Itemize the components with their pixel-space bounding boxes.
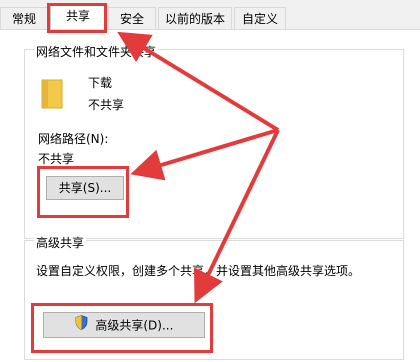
network-path-label: 网络路径(N): xyxy=(38,132,109,146)
advanced-sharing-button-label: 高级共享(D)... xyxy=(95,318,174,333)
tab-label: 自定义 xyxy=(241,12,278,26)
tab-customize[interactable]: 自定义 xyxy=(234,7,286,29)
share-button[interactable]: 共享(S)... xyxy=(46,176,124,200)
tab-previous-versions[interactable]: 以前的版本 xyxy=(158,7,232,29)
tab-general[interactable]: 常规 xyxy=(0,7,48,29)
share-status: 不共享 xyxy=(88,98,125,112)
advanced-sharing-description: 设置自定义权限，创建多个共享，并设置其他高级共享选项。 xyxy=(36,264,361,278)
advanced-sharing-group xyxy=(24,240,404,360)
tab-label: 常规 xyxy=(11,12,36,26)
share-button-label: 共享(S)... xyxy=(58,181,112,195)
tab-security[interactable]: 安全 xyxy=(108,7,156,29)
tab-bar: 常规 共享 安全 以前的版本 自定义 xyxy=(0,0,420,31)
tab-sharing[interactable]: 共享 xyxy=(50,4,106,31)
network-path-value: 不共享 xyxy=(38,152,75,166)
folder-name: 下载 xyxy=(88,76,113,90)
advanced-sharing-title: 高级共享 xyxy=(34,234,87,251)
shield-icon xyxy=(75,314,88,338)
folder-icon xyxy=(40,78,64,110)
sharing-panel: 网络文件和文件夹共享 下载 不共享 网络路径(N): 不共享 共享(S)... … xyxy=(0,30,420,362)
tab-label: 以前的版本 xyxy=(164,12,225,26)
tab-label: 安全 xyxy=(119,12,144,26)
advanced-sharing-button[interactable]: 高级共享(D)... xyxy=(43,312,205,338)
network-sharing-title: 网络文件和文件夹共享 xyxy=(34,43,159,60)
tab-label: 共享 xyxy=(65,9,90,23)
